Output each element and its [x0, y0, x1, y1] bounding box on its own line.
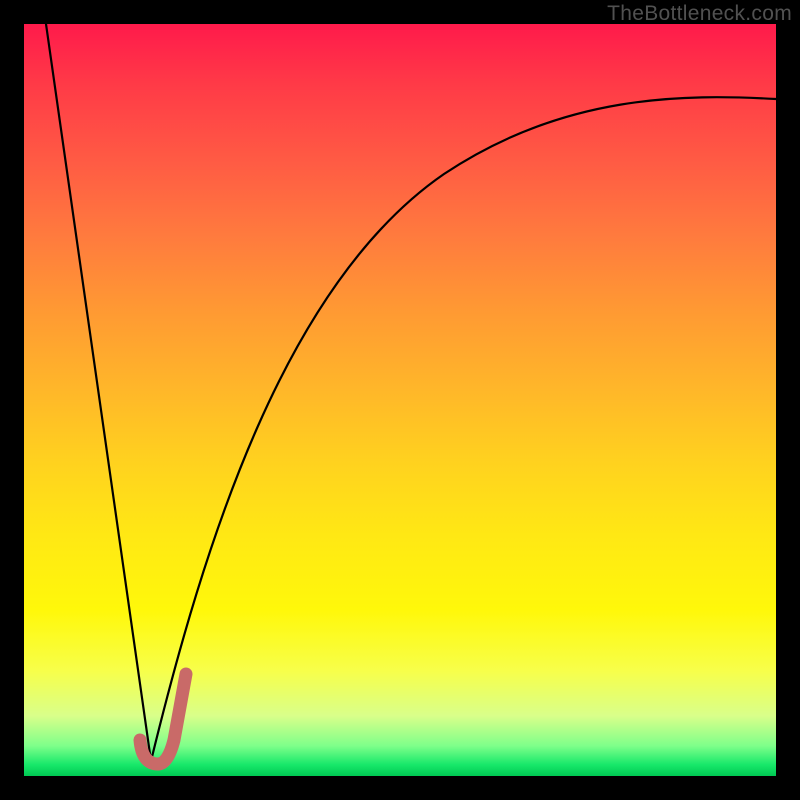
chart-frame: TheBottleneck.com	[0, 0, 800, 800]
curve-layer	[24, 24, 776, 776]
plot-area	[24, 24, 776, 776]
curve-left-branch	[46, 24, 151, 761]
bottleneck-marker	[140, 674, 186, 764]
watermark-text: TheBottleneck.com	[607, 2, 792, 26]
curve-right-branch	[151, 97, 776, 761]
